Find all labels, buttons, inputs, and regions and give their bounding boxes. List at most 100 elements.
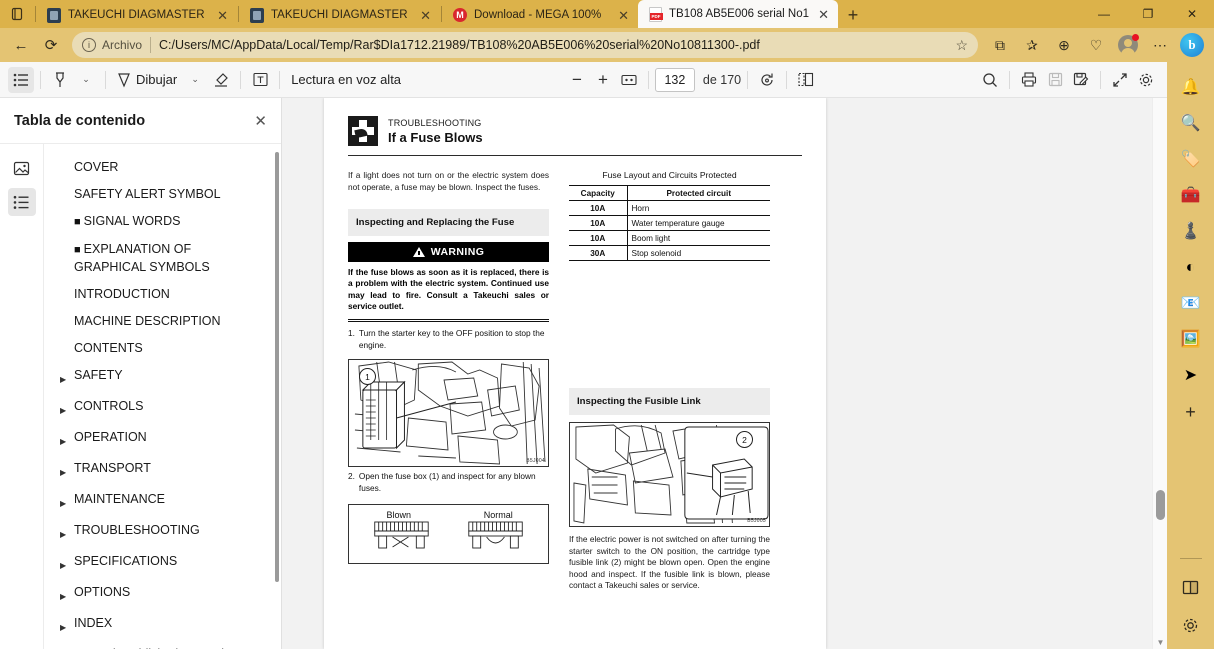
cell-circuit: Water temperature gauge bbox=[627, 216, 770, 231]
highlight-options-chevron[interactable]: ⌄ bbox=[73, 67, 99, 93]
toc-item-specifications[interactable]: ▶ SPECIFICATIONS bbox=[44, 548, 271, 579]
page-columns: If a light does not turn on or the elect… bbox=[348, 170, 802, 592]
read-aloud-button[interactable]: Lectura en voz alta bbox=[286, 67, 406, 93]
tab-close-button[interactable]: ✕ bbox=[417, 9, 434, 22]
toc-item-options[interactable]: ▶ OPTIONS bbox=[44, 579, 271, 610]
close-window-button[interactable]: ✕ bbox=[1170, 0, 1214, 28]
split-pane-icon[interactable] bbox=[1175, 571, 1207, 603]
copilot-button[interactable]: b bbox=[1176, 31, 1208, 59]
minimize-button[interactable]: — bbox=[1082, 0, 1126, 28]
toc-item-transport[interactable]: ▶ TRANSPORT bbox=[44, 455, 271, 486]
toc-item-signal-words[interactable]: ■SIGNAL WORDS bbox=[44, 208, 271, 236]
page-header: TROUBLESHOOTING If a Fuse Blows bbox=[348, 116, 802, 146]
browser-tab-2[interactable]: M Download - MEGA 100% ✕ bbox=[443, 2, 638, 28]
table-row: 10A Boom light bbox=[569, 231, 770, 246]
notifications-bell-icon[interactable]: 🔔 bbox=[1175, 72, 1207, 104]
microsoft-365-icon[interactable]: ◐ bbox=[1175, 252, 1207, 284]
reload-button[interactable]: ⟳ bbox=[36, 31, 66, 59]
toc-item-index[interactable]: ▶ INDEX bbox=[44, 610, 271, 641]
tab-close-button[interactable]: ✕ bbox=[615, 9, 632, 22]
toc-item-safety[interactable]: ▶ SAFETY bbox=[44, 362, 271, 393]
toc-item-controls[interactable]: ▶ CONTROLS bbox=[44, 393, 271, 424]
image-editor-icon[interactable]: 🖼️ bbox=[1175, 324, 1207, 356]
chevron-right-icon[interactable]: ▶ bbox=[60, 491, 70, 512]
outlook-icon[interactable]: 📧 bbox=[1175, 288, 1207, 320]
toc-item-cover[interactable]: COVER bbox=[44, 154, 271, 181]
scroll-down-arrow-icon[interactable]: ▼ bbox=[1153, 638, 1167, 647]
chevron-right-icon[interactable]: ▶ bbox=[60, 553, 70, 574]
toc-list[interactable]: COVER SAFETY ALERT SYMBOL ■SIGNAL WORDS … bbox=[44, 144, 281, 649]
toc-item-explanation-graphical-symbols[interactable]: ■EXPLANATION OF GRAPHICAL SYMBOLS bbox=[44, 236, 271, 281]
toc-item-troubleshooting[interactable]: ▶ TROUBLESHOOTING bbox=[44, 517, 271, 548]
rotate-button[interactable] bbox=[754, 67, 780, 93]
restore-button[interactable]: ❐ bbox=[1126, 0, 1170, 28]
page-number-input[interactable]: 132 bbox=[655, 68, 695, 92]
scrollbar-thumb[interactable] bbox=[1156, 490, 1165, 520]
back-button[interactable]: ← bbox=[6, 31, 36, 59]
draw-options-chevron[interactable]: ⌄ bbox=[182, 67, 208, 93]
close-icon[interactable]: ✕ bbox=[254, 112, 267, 130]
chevron-right-icon[interactable]: ▶ bbox=[60, 584, 70, 605]
highlight-button[interactable] bbox=[47, 67, 73, 93]
header-rule bbox=[348, 155, 802, 156]
chevron-right-icon[interactable]: ▶ bbox=[60, 615, 70, 636]
toc-item-introduction[interactable]: INTRODUCTION bbox=[44, 281, 271, 308]
profile-avatar[interactable] bbox=[1112, 31, 1144, 59]
toc-toggle-button[interactable] bbox=[8, 67, 34, 93]
toc-item-safety-alert-symbol[interactable]: SAFETY ALERT SYMBOL bbox=[44, 181, 271, 208]
toc-item-published-date[interactable]: Seventh Published December 2021 bbox=[44, 641, 271, 649]
toc-scrollbar-thumb[interactable] bbox=[275, 152, 279, 582]
fullscreen-button[interactable] bbox=[1107, 67, 1133, 93]
toc-item-maintenance[interactable]: ▶ MAINTENANCE bbox=[44, 486, 271, 517]
toc-arrow-spacer bbox=[60, 286, 70, 290]
chevron-right-icon[interactable]: ▶ bbox=[60, 398, 70, 419]
new-tab-button[interactable]: + bbox=[838, 2, 868, 28]
zoom-out-button[interactable]: − bbox=[564, 67, 590, 93]
draw-button[interactable]: Dibujar bbox=[112, 67, 182, 93]
favorite-star-icon[interactable]: ☆ bbox=[951, 37, 972, 54]
tools-briefcase-icon[interactable]: 🧰 bbox=[1175, 180, 1207, 212]
toc-item-contents[interactable]: CONTENTS bbox=[44, 335, 271, 362]
games-icon[interactable]: ♟️ bbox=[1175, 216, 1207, 248]
telegram-icon[interactable]: ➤ bbox=[1175, 360, 1207, 392]
browser-essentials-icon[interactable]: ♡ bbox=[1080, 31, 1112, 59]
pdf-vertical-scrollbar[interactable]: ▼ bbox=[1152, 98, 1167, 649]
toc-item-operation[interactable]: ▶ OPERATION bbox=[44, 424, 271, 455]
toolbar-divider bbox=[1009, 71, 1010, 89]
pdf-viewer[interactable]: TROUBLESHOOTING If a Fuse Blows If a lig… bbox=[282, 98, 1167, 649]
erase-button[interactable] bbox=[208, 67, 234, 93]
chevron-right-icon[interactable]: ▶ bbox=[60, 429, 70, 450]
gear-icon[interactable] bbox=[1175, 609, 1207, 641]
pdf-settings-button[interactable] bbox=[1133, 67, 1159, 93]
address-bar[interactable]: i Archivo C:/Users/MC/AppData/Local/Temp… bbox=[72, 32, 978, 58]
chevron-right-icon[interactable]: ▶ bbox=[60, 367, 70, 388]
save-as-button[interactable] bbox=[1068, 67, 1094, 93]
fit-to-page-button[interactable] bbox=[616, 67, 642, 93]
shopping-tag-icon[interactable]: 🏷️ bbox=[1175, 144, 1207, 176]
search-in-document-button[interactable] bbox=[977, 67, 1003, 93]
toc-side-rail bbox=[0, 144, 44, 649]
print-button[interactable] bbox=[1016, 67, 1042, 93]
tab-actions-menu-button[interactable] bbox=[0, 0, 34, 28]
thumbnails-icon[interactable] bbox=[8, 154, 36, 182]
settings-and-more-button[interactable]: ⋯ bbox=[1144, 31, 1176, 59]
zoom-in-button[interactable]: + bbox=[590, 67, 616, 93]
toc-list-icon[interactable] bbox=[8, 188, 36, 216]
toc-item-machine-description[interactable]: MACHINE DESCRIPTION bbox=[44, 308, 271, 335]
split-screen-icon[interactable]: ⧉ bbox=[984, 31, 1016, 59]
favorites-icon[interactable]: ✰ bbox=[1016, 31, 1048, 59]
browser-tab-1[interactable]: TAKEUCHI DIAGMASTER ENGINE ✕ bbox=[240, 2, 440, 28]
chevron-right-icon[interactable]: ▶ bbox=[60, 460, 70, 481]
browser-tab-0[interactable]: TAKEUCHI DIAGMASTER ENGINE ✕ bbox=[37, 2, 237, 28]
save-button[interactable] bbox=[1042, 67, 1068, 93]
site-info-icon[interactable]: i bbox=[82, 38, 96, 52]
tab-close-button[interactable]: ✕ bbox=[214, 9, 231, 22]
add-sidebar-app-button[interactable]: + bbox=[1175, 396, 1207, 428]
page-view-button[interactable] bbox=[793, 67, 819, 93]
chevron-right-icon[interactable]: ▶ bbox=[60, 522, 70, 543]
browser-tab-3-active[interactable]: TB108 AB5E006 serial No1081130 ✕ bbox=[638, 0, 838, 28]
add-to-collections-icon[interactable]: ⊕ bbox=[1048, 31, 1080, 59]
search-icon[interactable]: 🔍 bbox=[1175, 108, 1207, 140]
tab-close-button[interactable]: ✕ bbox=[815, 8, 832, 21]
text-box-button[interactable] bbox=[247, 67, 273, 93]
